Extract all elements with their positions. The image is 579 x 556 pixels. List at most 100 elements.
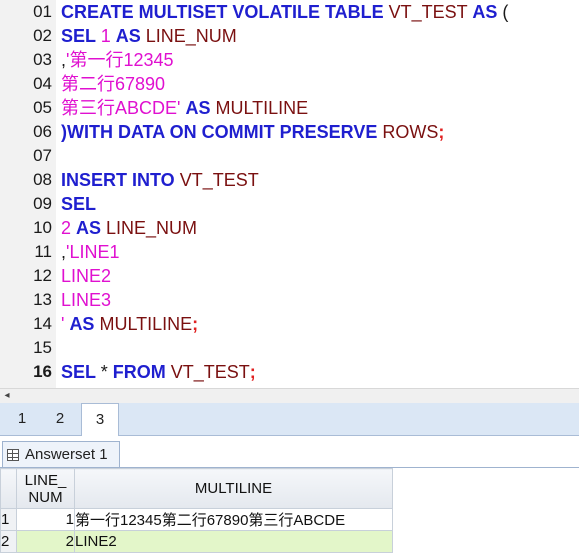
code-token: ;: [249, 362, 256, 382]
answerset-tab[interactable]: Answerset 1: [2, 441, 120, 468]
code-text: ,'第一行12345: [61, 48, 174, 72]
code-text: SEL: [61, 192, 96, 216]
code-token: 1: [100, 26, 116, 46]
result-tab-strip: 1 2 3: [0, 403, 579, 437]
code-text: ' AS MULTILINE;: [61, 312, 198, 336]
code-token: FROM: [112, 362, 171, 382]
code-line[interactable]: 13 LINE3: [0, 288, 579, 312]
cell-multiline[interactable]: LINE2: [74, 530, 393, 553]
grid-icon: [7, 449, 19, 461]
code-line[interactable]: 03 ,'第一行12345: [0, 48, 579, 72]
grid-corner[interactable]: [0, 468, 17, 509]
code-line[interactable]: 10 2 AS LINE_NUM: [0, 216, 579, 240]
line-number: 08: [33, 170, 52, 189]
row-number[interactable]: 2: [0, 530, 17, 553]
code-token: LINE2: [61, 266, 112, 286]
table-row[interactable]: 2 2 LINE2: [0, 530, 393, 553]
code-token: LINE_NUM: [145, 26, 237, 46]
line-number: 14: [33, 314, 52, 333]
sql-editor[interactable]: 01 CREATE MULTISET VOLATILE TABLE VT_TEST…: [0, 0, 579, 388]
line-number: 02: [33, 26, 52, 45]
code-token: INSERT INTO: [61, 170, 180, 190]
column-header-line-num[interactable]: LINE_ NUM: [16, 468, 75, 509]
code-line[interactable]: 07: [0, 144, 579, 168]
code-token: LINE3: [61, 290, 112, 310]
result-tab-3[interactable]: 3: [81, 403, 119, 437]
line-number: 09: [33, 194, 52, 213]
cell-line-num[interactable]: 2: [16, 530, 75, 553]
code-token: MULTILINE: [215, 98, 309, 118]
row-number[interactable]: 1: [0, 508, 17, 531]
code-token: ;: [192, 314, 199, 334]
code-text: LINE3: [61, 288, 111, 312]
code-text: )WITH DATA ON COMMIT PRESERVE ROWS;: [61, 120, 444, 144]
code-token: '第一行12345: [66, 50, 174, 70]
answerset-tab-label: Answerset 1: [25, 446, 108, 463]
column-header-line-num-part1: LINE_: [24, 471, 67, 489]
code-line[interactable]: 09 SEL: [0, 192, 579, 216]
line-number: 01: [33, 2, 52, 21]
code-line[interactable]: 04 第二行67890: [0, 72, 579, 96]
code-token: (: [497, 2, 509, 22]
column-header-multiline[interactable]: MULTILINE: [74, 468, 393, 509]
code-text: ,'LINE1: [61, 240, 119, 264]
code-text: 第三行ABCDE' AS MULTILINE: [61, 96, 308, 120]
code-token: AS: [185, 98, 216, 118]
code-token: LINE_NUM: [106, 218, 198, 238]
code-line[interactable]: 05 第三行ABCDE' AS MULTILINE: [0, 96, 579, 120]
cell-line-num[interactable]: 1: [16, 508, 75, 531]
line-number: 13: [33, 290, 52, 309]
code-line[interactable]: 16 SEL * FROM VT_TEST;: [0, 360, 579, 384]
code-token: )WITH DATA ON COMMIT PRESERVE: [61, 122, 383, 142]
code-token: AS: [69, 314, 100, 334]
code-token: SEL: [61, 194, 97, 214]
code-token: *: [100, 362, 113, 382]
answerset-panel: Answerset 1 LINE_ NUM MULTILINE 1 1 第一行1…: [0, 436, 579, 556]
code-text: 2 AS LINE_NUM: [61, 216, 197, 240]
horizontal-scrollbar[interactable]: ◂: [0, 388, 579, 403]
code-token: SEL: [61, 26, 101, 46]
code-token: MULTILINE: [99, 314, 193, 334]
line-number: 03: [33, 50, 52, 69]
code-line[interactable]: 15: [0, 336, 579, 360]
code-line[interactable]: 06 )WITH DATA ON COMMIT PRESERVE ROWS;: [0, 120, 579, 144]
code-text: CREATE MULTISET VOLATILE TABLE VT_TEST A…: [61, 0, 508, 24]
code-text: SEL 1 AS LINE_NUM: [61, 24, 237, 48]
code-token: AS: [76, 218, 107, 238]
line-number: 12: [33, 266, 52, 285]
line-number: 07: [33, 146, 52, 165]
line-number: 06: [33, 122, 52, 141]
code-token: 'LINE1: [66, 242, 120, 262]
line-number: 04: [33, 74, 52, 93]
code-line[interactable]: 11 ,'LINE1: [0, 240, 579, 264]
code-token: CREATE MULTISET VOLATILE TABLE: [61, 2, 389, 22]
line-number: 10: [33, 218, 52, 237]
line-number: 11: [34, 242, 52, 261]
code-line[interactable]: 14 ' AS MULTILINE;: [0, 312, 579, 336]
column-header-line-num-part2: NUM: [28, 488, 63, 506]
cell-multiline[interactable]: 第一行12345第二行67890第三行ABCDE: [74, 508, 393, 531]
scroll-left-arrow-icon[interactable]: ◂: [0, 389, 14, 403]
line-number: 16: [33, 362, 52, 381]
table-row[interactable]: 1 1 第一行12345第二行67890第三行ABCDE: [0, 508, 393, 531]
code-token: 第二行67890: [61, 74, 166, 94]
code-line[interactable]: 08 INSERT INTO VT_TEST: [0, 168, 579, 192]
line-number: 05: [33, 98, 52, 117]
code-token: VT_TEST: [179, 170, 259, 190]
code-token: AS: [472, 2, 498, 22]
code-text: 第二行67890: [61, 72, 165, 96]
code-token: VT_TEST: [170, 362, 250, 382]
code-token: AS: [115, 26, 146, 46]
line-number: 15: [33, 338, 52, 357]
result-tab-2[interactable]: 2: [42, 403, 78, 435]
code-token: ROWS: [382, 122, 439, 142]
code-line[interactable]: 02 SEL 1 AS LINE_NUM: [0, 24, 579, 48]
results-grid[interactable]: LINE_ NUM MULTILINE 1 1 第一行12345第二行67890…: [0, 468, 393, 553]
code-token: SEL: [61, 362, 101, 382]
code-line[interactable]: 12 LINE2: [0, 264, 579, 288]
code-token: 第三行ABCDE': [61, 98, 186, 118]
code-token: 2: [61, 218, 77, 238]
result-tab-1[interactable]: 1: [4, 403, 40, 435]
code-line[interactable]: 01 CREATE MULTISET VOLATILE TABLE VT_TEST…: [0, 0, 579, 24]
code-token: ;: [438, 122, 445, 142]
